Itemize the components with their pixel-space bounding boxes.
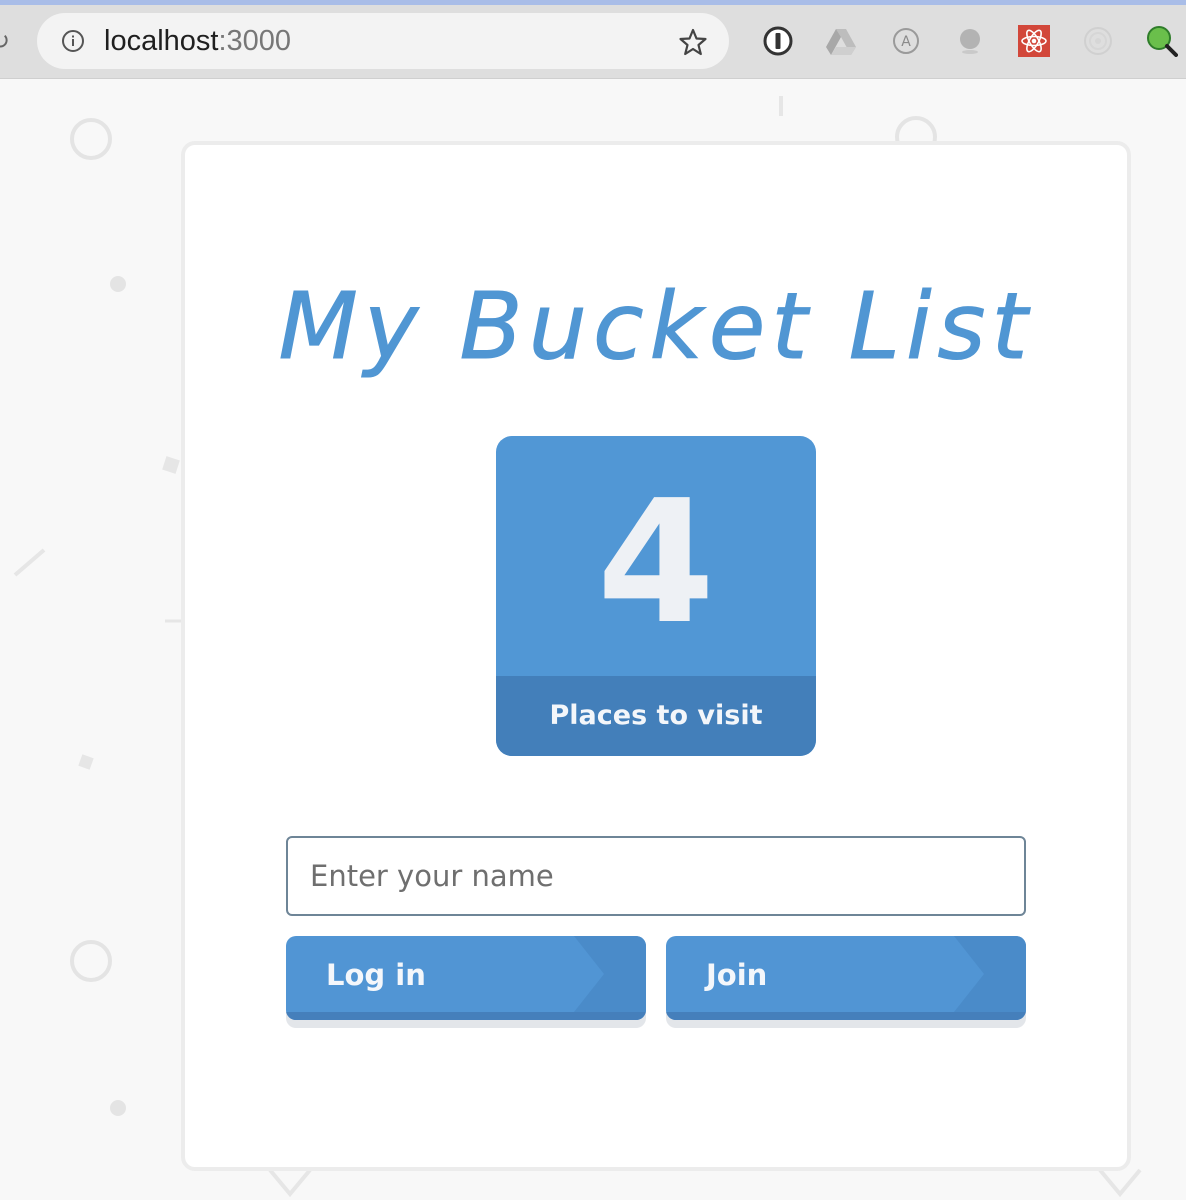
places-count-label: Places to visit xyxy=(549,700,763,731)
circle-extension-icon[interactable] xyxy=(954,25,986,57)
bucket-list-card: My Bucket List 4 Places to visit Log in … xyxy=(181,141,1131,1171)
address-bar[interactable]: localhost:3000 xyxy=(37,13,729,69)
radar-extension-icon[interactable] xyxy=(1082,25,1114,57)
url-text[interactable]: localhost:3000 xyxy=(104,25,291,57)
places-counter-tile: 4 Places to visit xyxy=(496,436,816,756)
url-port: :3000 xyxy=(218,25,292,57)
drive-icon[interactable] xyxy=(825,25,857,57)
autofill-icon[interactable]: A xyxy=(890,25,922,57)
chevron-right-icon xyxy=(954,936,1026,1012)
react-devtools-icon[interactable] xyxy=(1018,25,1050,57)
svg-text:A: A xyxy=(901,34,911,50)
counter-footer: Places to visit xyxy=(496,676,816,756)
name-input[interactable] xyxy=(286,836,1026,916)
url-host: localhost xyxy=(104,25,219,57)
login-button[interactable]: Log in xyxy=(286,936,646,1020)
join-button[interactable]: Join xyxy=(666,936,1026,1020)
password-manager-icon[interactable] xyxy=(762,25,794,57)
bookmark-star-icon[interactable] xyxy=(678,27,708,57)
browser-toolbar: ↻ localhost:3000 A xyxy=(0,5,1186,79)
join-button-label: Join xyxy=(706,958,768,992)
site-info-icon[interactable] xyxy=(61,29,85,53)
reload-icon[interactable]: ↻ xyxy=(0,29,10,53)
chevron-right-icon xyxy=(574,936,646,1012)
search-extension-icon[interactable] xyxy=(1146,25,1178,57)
places-count: 4 xyxy=(596,464,716,662)
login-button-label: Log in xyxy=(326,958,426,992)
page-title: My Bucket List xyxy=(278,273,1034,381)
